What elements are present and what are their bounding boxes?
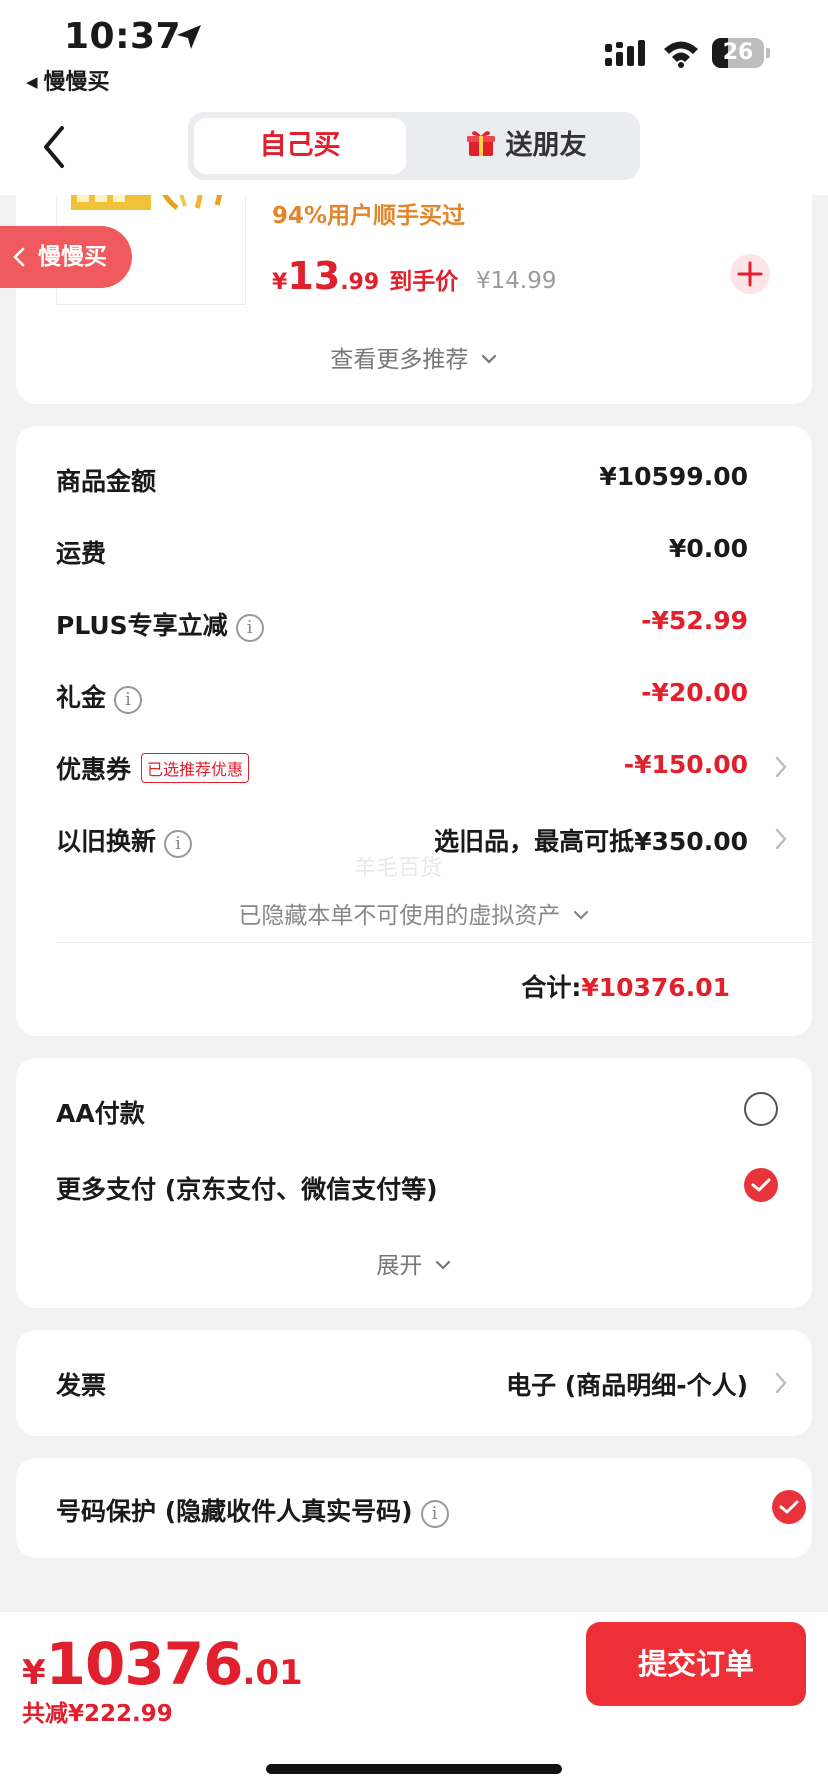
status-time: 10:37: [64, 16, 182, 57]
payment-card: AA付款 更多支付 (京东支付、微信支付等) 展开: [16, 1058, 812, 1308]
radio-more-payment[interactable]: [744, 1168, 778, 1202]
chevron-left-icon: [13, 247, 25, 267]
back-to-app-link[interactable]: ◀ 慢慢买: [26, 64, 110, 96]
summary-row-plus: PLUS专享立减 i -¥52.99: [56, 606, 748, 642]
location-arrow-icon: [177, 25, 201, 49]
phone-protection-checkbox[interactable]: [772, 1490, 806, 1524]
chevron-right-icon: [775, 1372, 787, 1394]
tab-send-to-friend[interactable]: 送朋友: [418, 118, 634, 174]
more-recommendations-button[interactable]: 查看更多推荐: [16, 340, 812, 374]
watermark: 羊毛百货: [354, 856, 443, 881]
order-total: 合计:¥10376.01: [521, 973, 730, 1002]
summary-row-gift-money: 礼金 i -¥20.00: [56, 678, 748, 714]
checkmark-icon: [751, 1178, 771, 1192]
info-icon[interactable]: i: [164, 830, 193, 858]
home-indicator[interactable]: [266, 1764, 562, 1774]
summary-row-shipping: 运费 ¥0.00: [56, 534, 748, 568]
invoice-row: 发票 电子 (商品明细-个人): [56, 1360, 788, 1404]
summary-row-coupon[interactable]: 优惠券 已选推荐优惠 -¥150.00: [56, 744, 788, 788]
add-to-cart-button[interactable]: [730, 254, 770, 294]
payment-option-more[interactable]: 更多支付 (京东支付、微信支付等): [56, 1164, 788, 1208]
payment-option-aa[interactable]: AA付款: [56, 1088, 788, 1132]
hidden-assets-toggle[interactable]: 已隐藏本单不可使用的虚拟资产: [16, 896, 812, 930]
floating-back-tag[interactable]: 慢慢买: [0, 226, 132, 288]
invoice-card[interactable]: 发票 电子 (商品明细-个人): [16, 1330, 812, 1436]
info-icon[interactable]: i: [114, 686, 143, 714]
tab-buy-myself[interactable]: 自己买: [194, 118, 406, 174]
reco-original-price: ¥14.99: [476, 268, 557, 294]
reco-subtitle: 94%用户顺手买过: [272, 203, 466, 229]
chevron-down-icon: [481, 354, 496, 364]
cellular-signal-icon: [605, 40, 645, 66]
plus-icon: [737, 261, 763, 287]
bottom-bar: ¥10376.01 共减¥222.99 提交订单: [0, 1612, 828, 1792]
expand-payment-button[interactable]: 展开: [16, 1246, 812, 1280]
info-icon[interactable]: i: [235, 614, 264, 642]
phone-protection-card: 号码保护 (隐藏收件人真实号码) i: [16, 1458, 812, 1558]
info-icon[interactable]: i: [420, 1500, 449, 1528]
chevron-down-icon: [573, 910, 588, 920]
back-chevron-icon[interactable]: [40, 124, 70, 170]
summary-row-goods: 商品金额 ¥10599.00: [56, 462, 748, 496]
battery-level: 26: [722, 40, 754, 65]
back-app-label: 慢慢买: [43, 70, 110, 95]
top-bar: 10:37 ◀ 慢慢买 26 自己买 送朋友: [0, 0, 828, 195]
final-price: ¥10376.01: [22, 1630, 303, 1698]
chevron-right-icon: [775, 756, 787, 778]
reco-price: ¥13.99 到手价: [272, 254, 459, 298]
gift-icon: [466, 131, 495, 156]
radio-aa[interactable]: [744, 1092, 778, 1126]
coupon-badge: 已选推荐优惠: [141, 753, 250, 783]
buy-mode-switch: 自己买 送朋友: [188, 112, 640, 180]
submit-order-button[interactable]: 提交订单: [586, 1622, 806, 1706]
total-saving: 共减¥222.99: [22, 1701, 173, 1727]
phone-protection-row: 号码保护 (隐藏收件人真实号码) i: [56, 1486, 806, 1530]
chevron-down-icon: [435, 1260, 450, 1270]
order-summary-card: 商品金额 ¥10599.00 运费 ¥0.00 PLUS专享立减 i -¥52.9…: [16, 426, 812, 1036]
chevron-right-icon: [775, 828, 787, 850]
battery-icon: 26: [712, 38, 770, 68]
wifi-icon: [664, 41, 698, 68]
checkmark-icon: [779, 1500, 799, 1514]
divider: [56, 942, 812, 943]
back-triangle-icon: ◀: [26, 73, 38, 91]
checkout-page: 10:37 ◀ 慢慢买 26 自己买 送朋友 94%用户顺手买过 ¥13.99 …: [0, 0, 828, 1792]
